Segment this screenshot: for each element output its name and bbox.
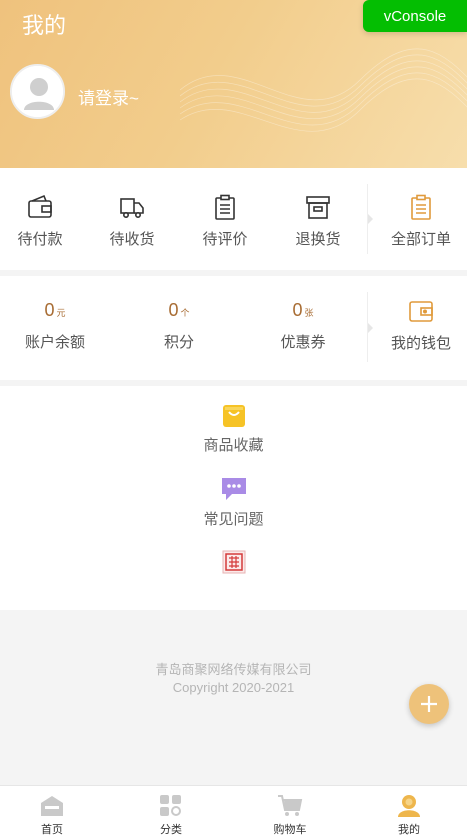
order-label: 待评价 [202, 231, 248, 248]
bottom-tab-bar: 首页 分类 购物车 我的 [0, 785, 467, 840]
avatar[interactable] [10, 64, 65, 119]
footer-copyright: Copyright 2020-2021 [172, 680, 295, 695]
clipboard-icon [215, 194, 235, 220]
page-title: 我的 [22, 13, 67, 38]
user-icon [398, 795, 420, 817]
wallet-summary: 0元 账户余额 0个 积分 0张 优惠券 我的钱包 [0, 276, 467, 380]
archive-box-icon [306, 196, 330, 219]
tab-label: 我的 [398, 824, 420, 836]
seal-item [0, 550, 467, 574]
order-pending-payment[interactable]: 待付款 [5, 194, 75, 249]
all-orders-button[interactable]: 全部订单 [375, 194, 467, 249]
faq-item[interactable]: 常见问题 [0, 476, 467, 529]
cart-icon [278, 795, 303, 816]
order-pending-review[interactable]: 待评价 [190, 194, 260, 249]
tab-cart[interactable]: 购物车 [250, 794, 330, 837]
tab-category[interactable]: 分类 [131, 794, 211, 837]
default-avatar-icon [12, 66, 63, 117]
order-label: 待收货 [109, 231, 155, 248]
order-label: 待付款 [17, 231, 63, 248]
coupons-unit: 张 [304, 308, 314, 318]
truck-icon [120, 198, 144, 218]
coupons-label: 优惠券 [280, 334, 326, 351]
tab-mine[interactable]: 我的 [369, 794, 449, 837]
points-label: 积分 [163, 334, 194, 351]
order-returns[interactable]: 退换货 [283, 194, 353, 249]
divider-arrow [368, 214, 373, 224]
favorites-item[interactable]: 商品收藏 [0, 404, 467, 455]
red-seal-icon [222, 550, 245, 574]
category-icon [160, 795, 181, 816]
tab-label: 分类 [160, 824, 182, 836]
points-unit: 个 [180, 308, 190, 318]
order-label: 退换货 [295, 231, 341, 248]
my-wallet-label: 我的钱包 [390, 335, 451, 352]
wallet-icon [28, 194, 52, 218]
order-shortcuts: 待付款 待收货 待评价 退换货 全部订单 [0, 168, 467, 270]
tab-label: 购物车 [273, 824, 307, 836]
order-label: 全部订单 [390, 231, 451, 248]
my-wallet-button[interactable]: 我的钱包 [375, 298, 467, 353]
points[interactable]: 0个 积分 [134, 300, 224, 352]
divider-arrow [368, 323, 373, 333]
floating-add-button[interactable] [409, 684, 449, 724]
login-link[interactable]: 请登录~ [78, 84, 139, 109]
vconsole-button[interactable]: vConsole [363, 0, 467, 32]
footer-company: 青岛商聚网络传媒有限公司 [155, 662, 312, 677]
faq-label: 常见问题 [203, 511, 264, 528]
header-wave-decoration [180, 48, 467, 132]
tab-home[interactable]: 首页 [12, 794, 92, 837]
points-value: 0 [168, 300, 179, 320]
account-balance[interactable]: 0元 账户余额 [10, 300, 100, 352]
balance-unit: 元 [56, 308, 66, 318]
tab-label: 首页 [41, 824, 63, 836]
order-list-icon [411, 194, 431, 220]
balance-value: 0 [44, 300, 55, 320]
favorites-label: 商品收藏 [203, 437, 264, 454]
coupons[interactable]: 0张 优惠券 [258, 300, 348, 352]
home-icon [41, 796, 63, 816]
order-pending-receipt[interactable]: 待收货 [97, 194, 167, 249]
services-list: 商品收藏 常见问题 [0, 386, 467, 610]
balance-label: 账户余额 [24, 334, 85, 351]
purse-icon [409, 301, 433, 322]
shopping-bag-icon [222, 405, 245, 427]
coupons-value: 0 [292, 300, 303, 320]
chat-bubble-icon [221, 478, 246, 500]
plus-icon [421, 696, 437, 712]
